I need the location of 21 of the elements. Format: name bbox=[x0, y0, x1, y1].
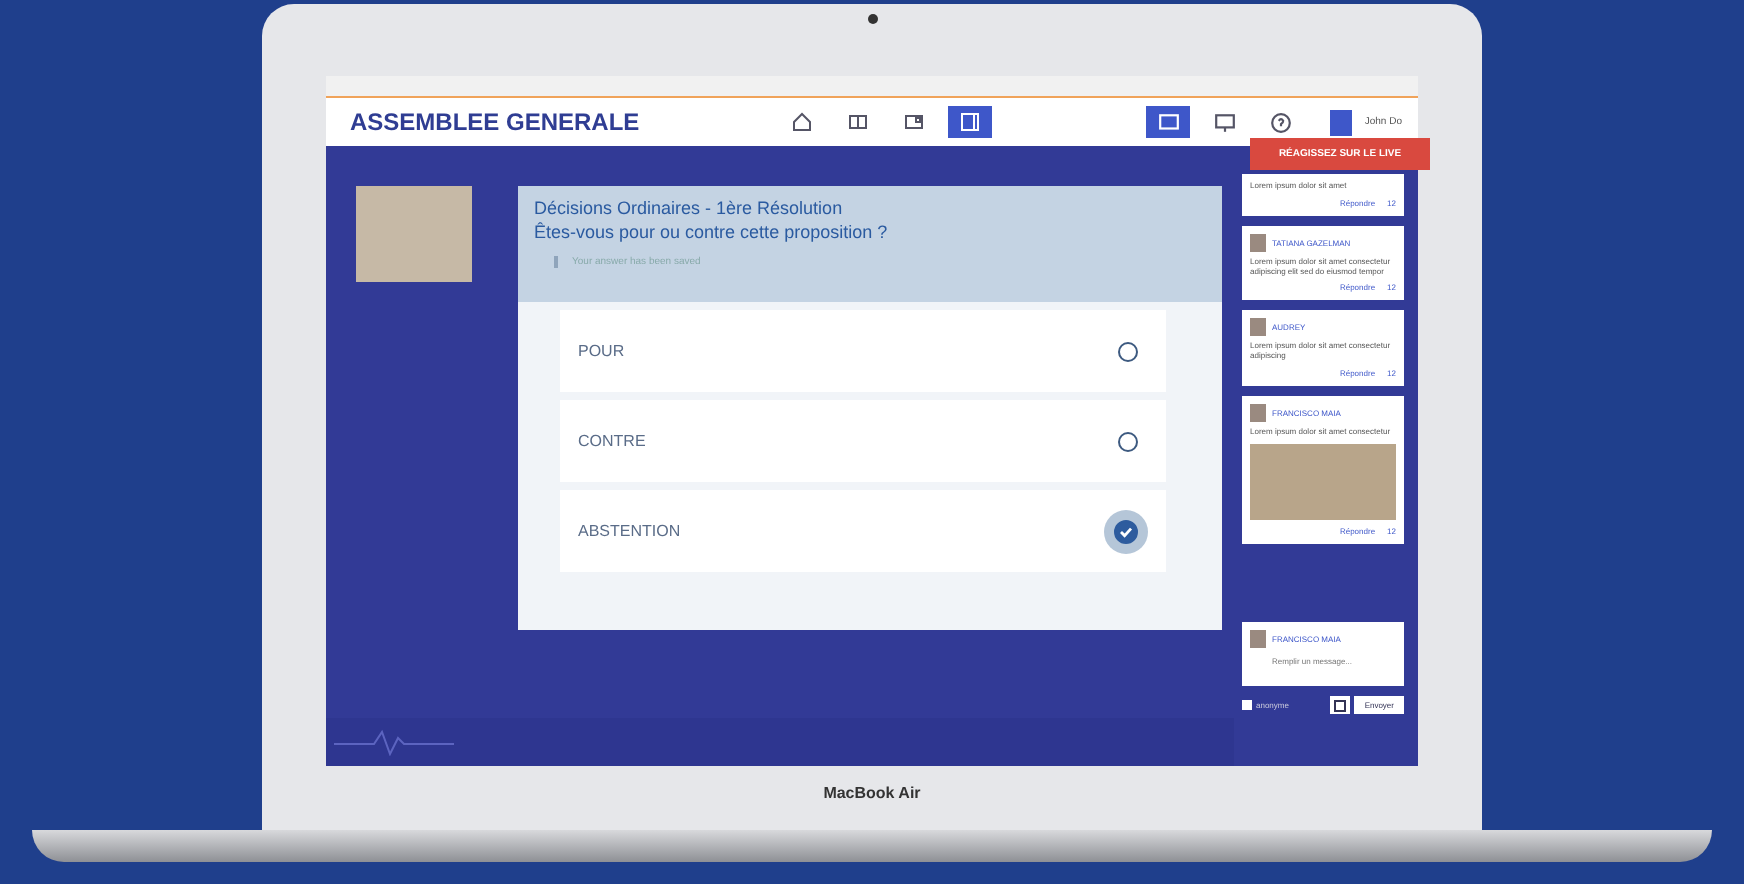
avatar-icon bbox=[1250, 403, 1266, 422]
answer-option[interactable]: CONTRE bbox=[560, 400, 1166, 482]
app-title: ASSEMBLEE GENERALE bbox=[350, 108, 642, 136]
question-title: Décisions Ordinaires - 1ère Résolution bbox=[534, 198, 845, 218]
checkmark-icon bbox=[1118, 523, 1134, 539]
avatar-icon bbox=[1250, 233, 1266, 252]
camera-icon bbox=[867, 14, 877, 24]
answer-option[interactable]: POUR bbox=[560, 310, 1166, 392]
chat-icon[interactable] bbox=[1146, 106, 1191, 138]
avatar-icon bbox=[1250, 318, 1266, 337]
user-avatar-icon[interactable] bbox=[1330, 109, 1353, 135]
panel-icon[interactable] bbox=[948, 106, 992, 138]
radio-button[interactable] bbox=[1118, 341, 1138, 361]
radio-button[interactable] bbox=[1118, 431, 1138, 451]
device-label: MacBook Air bbox=[823, 784, 921, 802]
question-prompt: Êtes-vous pour ou contre cette proposition ? bbox=[534, 222, 890, 242]
answer-option[interactable]: ABSTENTION bbox=[560, 490, 1166, 572]
video-placeholder bbox=[356, 186, 472, 282]
avatar-icon bbox=[1250, 630, 1266, 648]
checkbox[interactable] bbox=[1242, 700, 1252, 710]
attach-button[interactable] bbox=[1330, 696, 1351, 714]
